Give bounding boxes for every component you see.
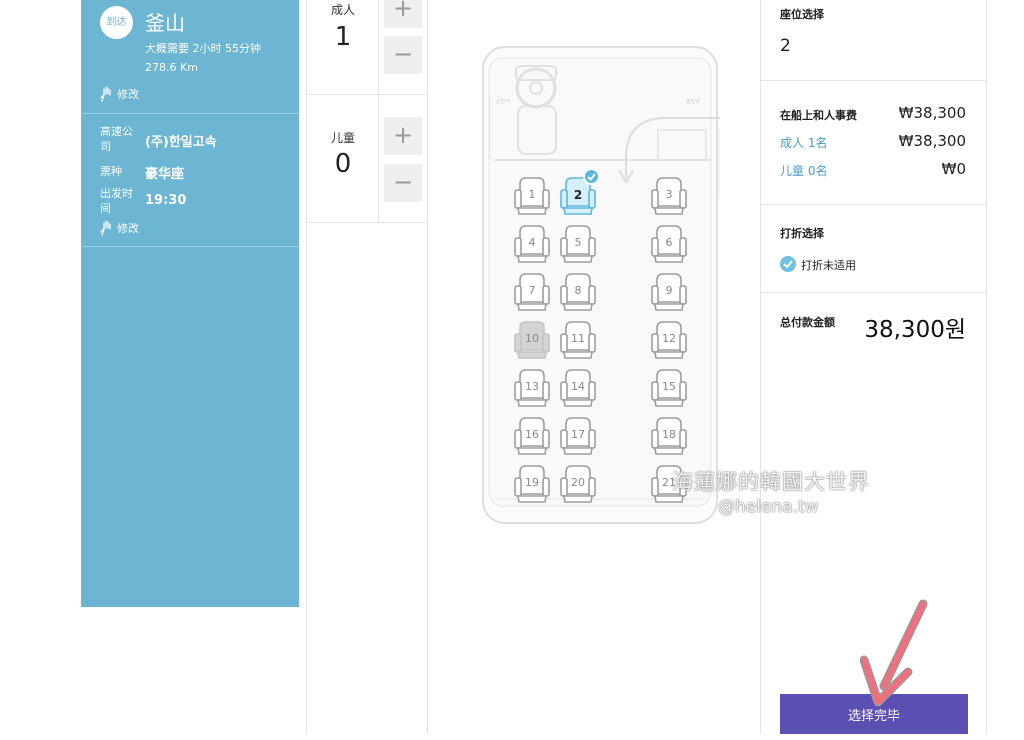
door-label: 출입구 <box>686 99 700 105</box>
seat-number: 13 <box>525 380 539 393</box>
divider <box>81 246 299 247</box>
seat-number: 15 <box>662 380 676 393</box>
edit-destination-button[interactable]: 修改 <box>100 86 139 102</box>
adult-minus-button[interactable]: − <box>384 36 422 74</box>
seat-number: 11 <box>571 332 585 345</box>
seat-number: 3 <box>665 188 673 201</box>
child-label: 儿童 <box>330 131 355 145</box>
watermark-title: 海蓮娜的韓國大世界 <box>672 470 870 494</box>
seat-16[interactable]: 16 <box>513 416 551 456</box>
total-heading: 总付款金额 <box>780 316 835 329</box>
seat-number: 6 <box>665 236 673 249</box>
seat-14[interactable]: 14 <box>559 368 597 408</box>
departure-label: 出发时间 <box>100 187 133 215</box>
departure-value: 19:30 <box>145 193 187 208</box>
seat-17[interactable]: 17 <box>559 416 597 456</box>
seat-number: 1 <box>528 188 536 201</box>
seat-heading: 座位选择 <box>780 8 824 21</box>
seat-number: 17 <box>571 428 585 441</box>
adult-count: 1 <box>334 22 352 52</box>
company-value: (주)한일고속 <box>145 135 217 150</box>
edit-label: 修改 <box>117 222 139 235</box>
adult-fare-amount: ₩38,300 <box>898 132 966 150</box>
seat-number: 7 <box>528 284 536 297</box>
passenger-count-panel: 成人 1 + − 儿童 0 + − <box>306 0 428 734</box>
divider <box>761 292 987 293</box>
seat-number: 10 <box>525 332 539 345</box>
seat-number: 19 <box>525 476 539 489</box>
divider <box>761 204 987 205</box>
seat-number: 4 <box>528 236 536 249</box>
seat-1[interactable]: 1 <box>513 176 551 216</box>
seat-2[interactable]: 2 <box>559 168 600 216</box>
seat-15[interactable]: 15 <box>650 368 688 408</box>
arrive-badge: 到达 <box>100 6 133 39</box>
seat-9[interactable]: 9 <box>650 272 688 312</box>
seat-3[interactable]: 3 <box>650 176 688 216</box>
adult-fare-line: 成人 1名 <box>780 136 828 150</box>
edit-trip-button[interactable]: 修改 <box>100 220 139 236</box>
seat-number: 5 <box>574 236 582 249</box>
edit-label: 修改 <box>117 88 139 101</box>
divider <box>81 113 299 114</box>
seat-number: 12 <box>662 332 676 345</box>
seat-number: 20 <box>571 476 585 489</box>
child-fare-amount: ₩0 <box>941 160 966 178</box>
child-plus-button[interactable]: + <box>384 117 422 155</box>
seat-number: 18 <box>662 428 676 441</box>
seat-12[interactable]: 12 <box>650 320 688 360</box>
company-label: 高速公司 <box>100 125 133 153</box>
child-minus-button[interactable]: − <box>384 164 422 202</box>
seat-selected-check-icon <box>583 168 600 185</box>
discount-checked-icon[interactable] <box>780 256 796 272</box>
seat-11[interactable]: 11 <box>559 320 597 360</box>
seat-number: 9 <box>665 284 673 297</box>
adult-plus-button[interactable]: + <box>384 0 422 28</box>
discount-heading: 打折选择 <box>780 227 824 240</box>
edit-hand-icon <box>100 220 111 236</box>
bus-seat-map: 운전석 출입구 1 2 3 4 5 6 7 8 9 10 11 12 13 14 15 16 17 18 19 20 2… <box>480 44 720 526</box>
seat-13[interactable]: 13 <box>513 368 551 408</box>
driver-label: 운전석 <box>496 99 510 105</box>
ticket-type-label: 票种 <box>100 165 122 178</box>
seat-20[interactable]: 20 <box>559 464 597 504</box>
child-count: 0 <box>334 149 352 179</box>
divider <box>761 80 987 81</box>
pointer-arrow-icon <box>860 599 928 707</box>
seat-7[interactable]: 7 <box>513 272 551 312</box>
watermark-handle: @helena.tw <box>718 497 819 517</box>
seat-4[interactable]: 4 <box>513 224 551 264</box>
seat-number: 2 <box>573 188 583 202</box>
fare-total: ₩38,300 <box>898 104 966 122</box>
trip-info-panel: 到达 釜山 大概需要 2小时 55分钟 278.6 Km 修改 高速公司 (주)… <box>81 0 299 607</box>
adult-label: 成人 <box>330 3 355 17</box>
total-amount: 38,300원 <box>864 317 966 343</box>
destination-name: 釜山 <box>145 11 185 35</box>
seat-number: 16 <box>525 428 539 441</box>
child-fare-line: 儿童 0名 <box>780 164 828 178</box>
trip-distance: 278.6 Km <box>145 61 198 74</box>
seat-5[interactable]: 5 <box>559 224 597 264</box>
trip-duration: 大概需要 2小时 55分钟 <box>145 42 261 55</box>
fare-heading: 在船上和人事费 <box>780 109 857 122</box>
seat-18[interactable]: 18 <box>650 416 688 456</box>
selected-seat-value: 2 <box>780 36 791 56</box>
discount-option-label[interactable]: 打折未适用 <box>801 257 856 273</box>
seat-number: 14 <box>571 380 585 393</box>
edit-hand-icon <box>100 86 111 102</box>
seat-8[interactable]: 8 <box>559 272 597 312</box>
seat-10: 10 <box>513 320 551 360</box>
divider <box>307 222 428 223</box>
seat-19[interactable]: 19 <box>513 464 551 504</box>
seat-number: 8 <box>574 284 582 297</box>
divider <box>307 94 428 95</box>
seat-6[interactable]: 6 <box>650 224 688 264</box>
ticket-type-value: 豪华座 <box>145 167 185 182</box>
